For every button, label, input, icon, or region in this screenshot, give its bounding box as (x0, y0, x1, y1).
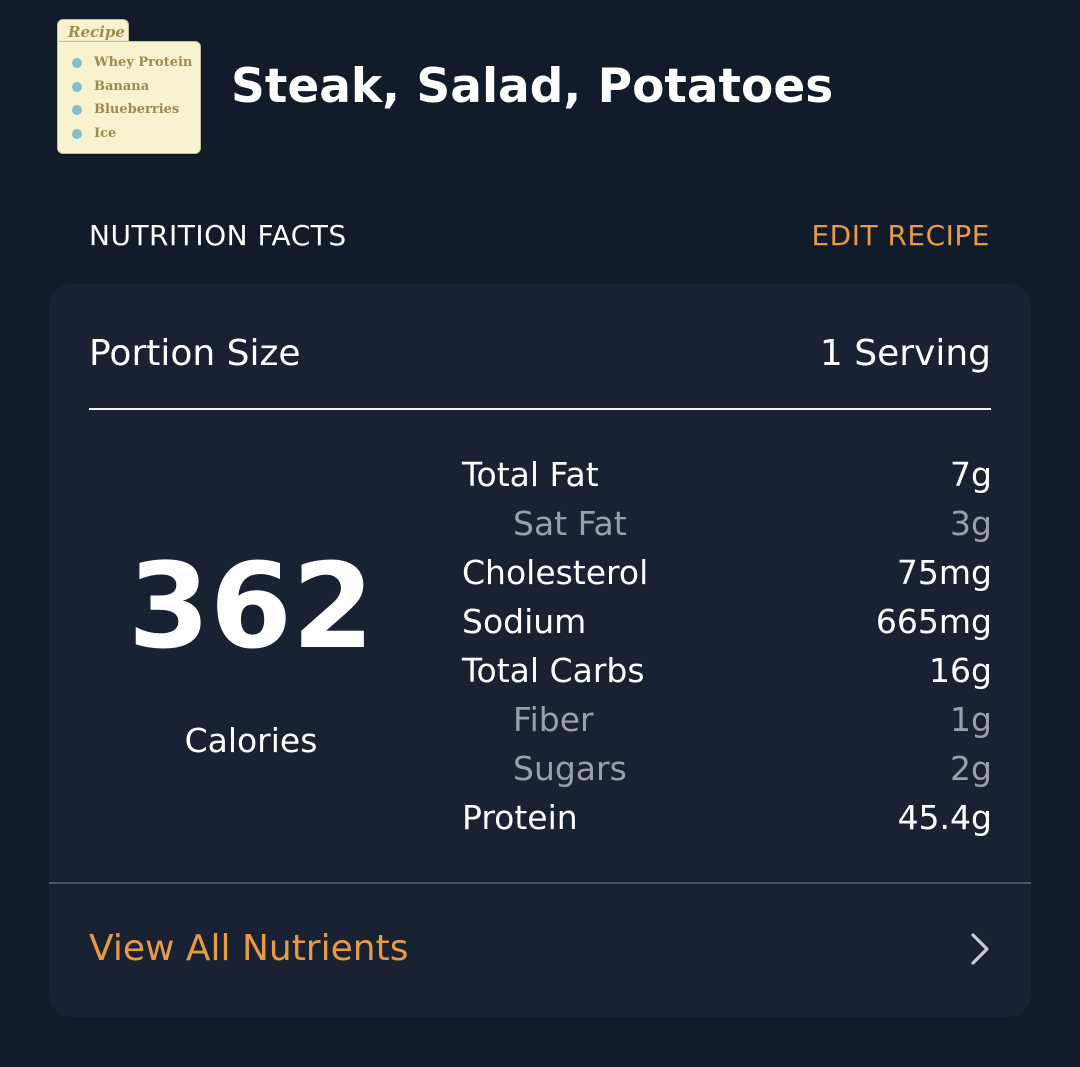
nutrient-name: Sugars (513, 749, 627, 788)
view-all-nutrients-button[interactable]: View All Nutrients (49, 884, 1031, 1017)
nutrient-row-protein: Protein 45.4g (462, 793, 992, 842)
recipe-card-item: Blueberries (72, 98, 192, 122)
edit-recipe-button[interactable]: EDIT RECIPE (811, 218, 990, 254)
chevron-right-icon (971, 933, 989, 965)
calories-label: Calories (184, 721, 318, 760)
recipe-card-item: Ice (72, 122, 192, 146)
bullet-icon (72, 58, 82, 68)
recipe-card-tab-label: Recipe (68, 23, 125, 41)
nutrient-row-cholesterol: Cholesterol 75mg (462, 548, 992, 597)
portion-size-value[interactable]: 1 Serving (820, 332, 991, 376)
nutrient-value: 1g (950, 700, 992, 739)
nutrient-name: Protein (462, 798, 578, 837)
recipe-card-item: Banana (72, 75, 192, 99)
recipe-card-item: Whey Protein (72, 51, 192, 75)
nutrition-card: Portion Size 1 Serving 362 Calories Tota… (49, 284, 1031, 1017)
nutrient-row-sugars: Sugars 2g (462, 744, 992, 793)
nutrition-screen: Recipe Whey Protein Banana Blueberries I… (0, 0, 1080, 1067)
nutrient-value: 2g (950, 749, 992, 788)
view-all-nutrients-label: View All Nutrients (89, 928, 409, 969)
nutrient-row-total-carbs: Total Carbs 16g (462, 646, 992, 695)
nutrient-value: 3g (950, 504, 992, 543)
nutrient-value: 16g (929, 651, 992, 690)
recipe-card-item-label: Banana (94, 78, 150, 94)
nutrient-value: 45.4g (897, 798, 992, 837)
bullet-icon (72, 128, 82, 139)
nutrient-row-total-fat: Total Fat 7g (462, 450, 992, 499)
recipe-card-item-label: Blueberries (94, 102, 180, 117)
recipe-card-item-label: Ice (94, 125, 117, 141)
nutrient-row-sodium: Sodium 665mg (462, 597, 992, 646)
calories-value: 362 (127, 537, 375, 675)
nutrient-name: Total Fat (462, 455, 599, 494)
nutrient-name: Sat Fat (513, 504, 627, 543)
nutrient-name: Fiber (513, 700, 594, 739)
recipe-card-icon: Recipe Whey Protein Banana Blueberries I… (57, 19, 201, 154)
bullet-icon (72, 81, 82, 92)
nutrient-value: 7g (950, 455, 992, 494)
bullet-icon (72, 105, 82, 115)
portion-size-label: Portion Size (89, 333, 301, 374)
nutrient-name: Cholesterol (462, 553, 649, 592)
nutrition-facts-heading: NUTRITION FACTS (89, 219, 347, 252)
divider (89, 408, 991, 410)
nutrient-name: Sodium (462, 602, 587, 641)
nutrient-row-fiber: Fiber 1g (462, 695, 992, 744)
recipe-card-item-label: Whey Protein (94, 55, 193, 70)
nutrient-list: Total Fat 7g Sat Fat 3g Cholesterol 75mg… (462, 450, 992, 842)
nutrient-row-sat-fat: Sat Fat 3g (462, 499, 992, 548)
recipe-title: Steak, Salad, Potatoes (231, 59, 834, 114)
nutrient-value: 75mg (896, 553, 992, 592)
recipe-card-list: Whey Protein Banana Blueberries Ice (72, 51, 192, 145)
nutrient-value: 665mg (875, 602, 992, 641)
nutrient-name: Total Carbs (462, 651, 645, 690)
